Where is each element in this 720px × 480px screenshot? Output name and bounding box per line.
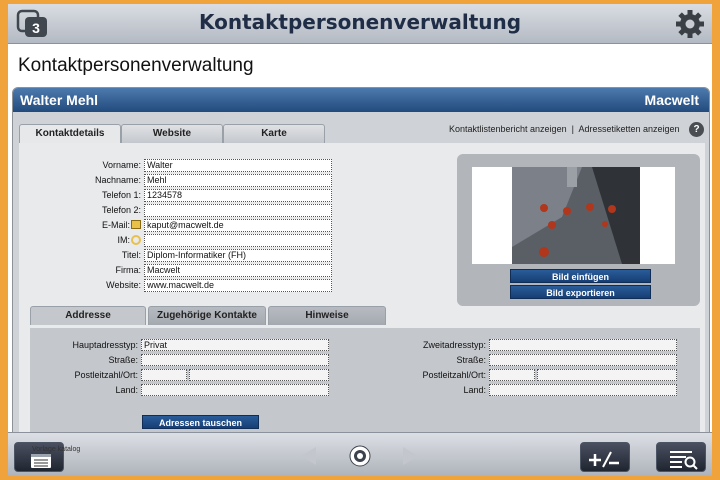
second-country-field[interactable] <box>489 384 677 396</box>
contact-report-link[interactable]: Kontaktlistenbericht anzeigen <box>449 124 567 134</box>
link-separator: | <box>571 124 574 134</box>
website-field[interactable]: www.macwelt.de <box>144 279 332 292</box>
field-label-firma: Firma: <box>115 265 142 275</box>
main-country-field[interactable] <box>141 384 329 396</box>
add-remove-record-button[interactable] <box>580 442 630 472</box>
bottom-toolbar: Vorlage katalog <box>8 432 712 476</box>
main-country-label: Land: <box>115 385 138 395</box>
field-label-telefon2: Telefon 2: <box>101 205 141 215</box>
report-links: Kontaktlistenbericht anzeigen | Adresset… <box>449 124 680 134</box>
record-center-icon[interactable] <box>348 444 372 468</box>
im-field[interactable] <box>144 234 332 247</box>
second-zip-city-label: Postleitzahl/Ort: <box>422 370 486 380</box>
telefon2-field[interactable] <box>144 204 332 217</box>
page-title: Kontaktpersonenverwaltung <box>18 55 254 76</box>
export-image-button[interactable]: Bild exportieren <box>510 285 651 299</box>
mail-icon[interactable] <box>131 220 141 229</box>
top-toolbar: 3 Kontaktpersonenverwaltung <box>8 4 712 44</box>
main-zip-field[interactable] <box>141 369 187 381</box>
next-record-icon[interactable] <box>401 445 421 467</box>
main-street-field[interactable] <box>141 354 329 366</box>
field-label-titel: Titel: <box>121 250 141 260</box>
field-label-email: E-Mail: <box>101 220 130 230</box>
second-city-field[interactable] <box>537 369 677 381</box>
main-address-type-label: Hauptadresstyp: <box>72 340 138 350</box>
previous-record-icon[interactable] <box>298 445 318 467</box>
field-label-vorname: Vorname: <box>102 160 141 170</box>
second-address-type-label: Zweitadresstyp: <box>422 340 486 350</box>
email-field[interactable]: kaput@macwelt.de <box>144 219 332 232</box>
office-photo-image <box>472 167 675 264</box>
second-address-type-field[interactable] <box>489 339 677 351</box>
titel-field[interactable]: Diplom-Informatiker (FH) <box>144 249 332 262</box>
app-window: 3 Kontaktpersonenverwaltung Kontaktperso… <box>8 4 712 476</box>
nachname-field[interactable]: Mehl <box>144 174 332 187</box>
insert-image-button[interactable]: Bild einfügen <box>510 269 651 283</box>
tab-addresse[interactable]: Addresse <box>30 306 146 325</box>
main-zip-city-label: Postleitzahl/Ort: <box>74 370 138 380</box>
field-label-website: Website: <box>106 280 141 290</box>
field-label-nachname: Nachname: <box>94 175 141 185</box>
gear-icon <box>676 10 704 38</box>
swap-addresses-button[interactable]: Adressen tauschen <box>142 415 259 429</box>
tab-zugehoerige-kontakte[interactable]: Zugehörige Kontakte <box>148 306 266 325</box>
vorname-field[interactable]: Walter <box>144 159 332 172</box>
tab-website[interactable]: Website <box>121 124 223 143</box>
app-title: Kontaktpersonenverwaltung <box>198 10 522 34</box>
contact-photo[interactable] <box>472 167 675 264</box>
template-caption: Vorlage katalog <box>32 446 81 453</box>
list-search-icon <box>670 451 698 470</box>
field-label-im: IM: <box>117 235 131 245</box>
contact-company: Macwelt <box>644 92 699 108</box>
main-street-label: Straße: <box>108 355 138 365</box>
search-records-button[interactable] <box>656 442 706 472</box>
second-street-label: Straße: <box>456 355 486 365</box>
photo-box: Bild einfügen Bild exportieren <box>457 154 700 306</box>
second-street-field[interactable] <box>489 354 677 366</box>
main-address-type-field[interactable]: Privat <box>141 339 329 351</box>
contact-header: Walter Mehl Macwelt <box>13 88 709 112</box>
plus-minus-icon <box>589 451 619 468</box>
firma-field[interactable]: Macwelt <box>144 264 332 277</box>
second-zip-field[interactable] <box>489 369 535 381</box>
tab-kontaktdetails[interactable]: Kontaktdetails <box>19 124 121 143</box>
im-icon[interactable] <box>131 235 141 245</box>
address-area: Hauptadresstyp: Privat Straße: Postleitz… <box>30 328 700 448</box>
settings-button[interactable] <box>674 8 706 40</box>
tab-karte[interactable]: Karte <box>223 124 325 143</box>
main-city-field[interactable] <box>189 369 329 381</box>
tab-hinweise[interactable]: Hinweise <box>268 306 386 325</box>
contact-name: Walter Mehl <box>20 92 99 108</box>
second-country-label: Land: <box>463 385 486 395</box>
telefon1-field[interactable]: 1234578 <box>144 189 332 202</box>
address-labels-link[interactable]: Adressetiketten anzeigen <box>578 124 679 134</box>
field-label-telefon1: Telefon 1: <box>101 190 141 200</box>
help-icon[interactable]: ? <box>689 122 704 137</box>
